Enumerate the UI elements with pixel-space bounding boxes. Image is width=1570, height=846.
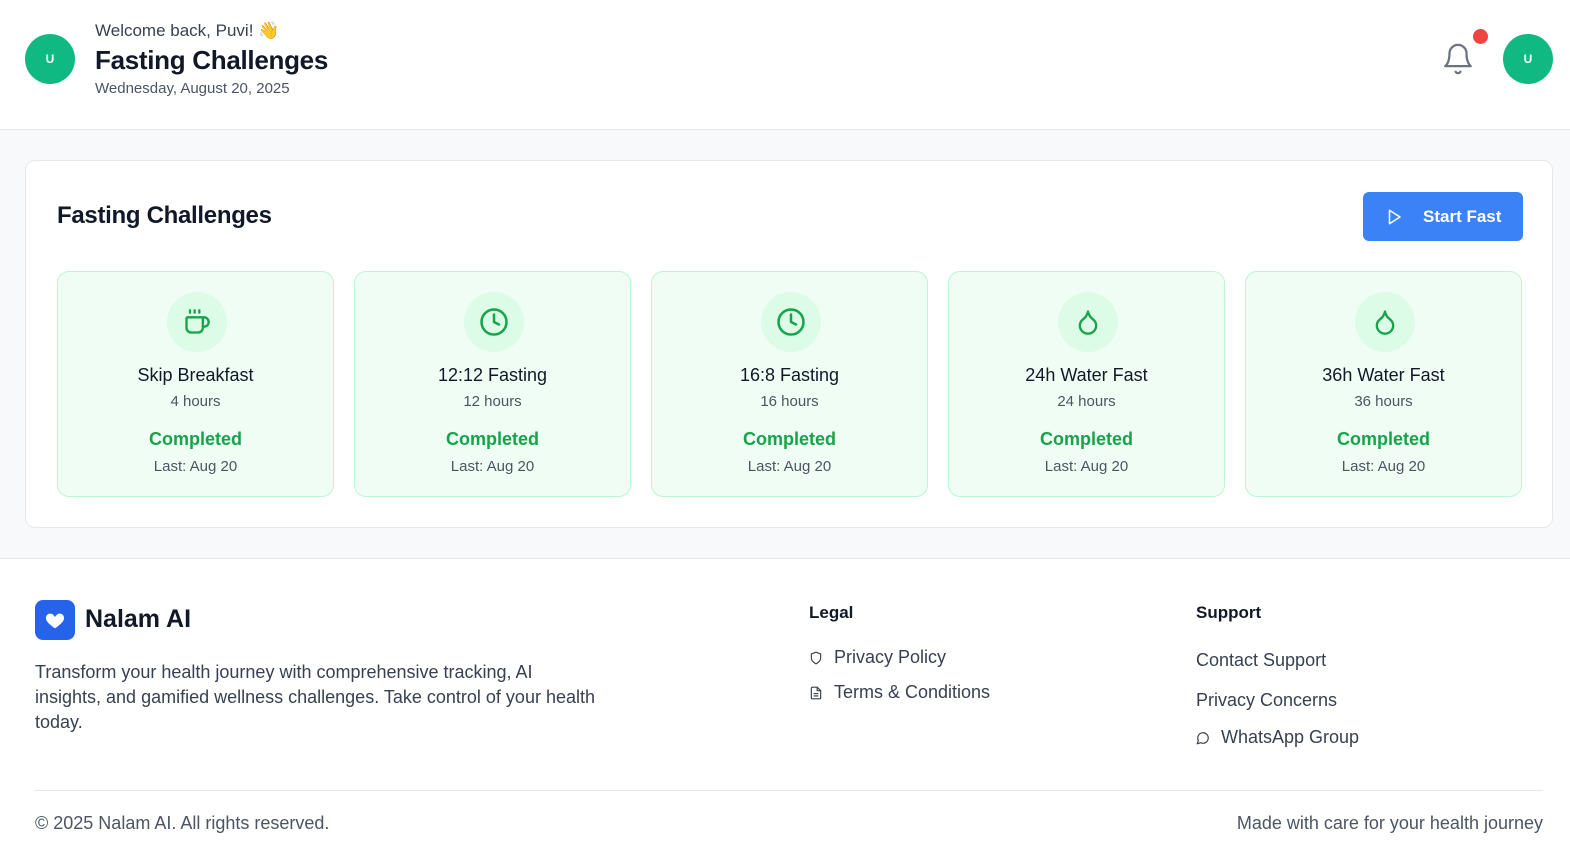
user-avatar: U	[25, 34, 75, 84]
challenge-status: Completed	[445, 429, 539, 449]
challenge-icon-circle	[1058, 292, 1118, 352]
challenge-16-8-fasting[interactable]: 16:8 Fasting 16 hours Completed Last: Au…	[651, 271, 928, 497]
footer-tagline: Made with care for your health journey	[1236, 813, 1543, 833]
privacy-policy-link[interactable]: Privacy Policy	[809, 647, 946, 668]
clock-icon	[480, 308, 508, 336]
challenge-36h-water-fast[interactable]: 36h Water Fast 36 hours Completed Last: …	[1245, 271, 1522, 497]
challenge-duration: 24 hours	[1057, 393, 1116, 410]
challenge-icon-circle	[761, 292, 821, 352]
profile-avatar-button[interactable]: U	[1503, 34, 1553, 84]
top-header: U Welcome back, Puvi! 👋 Fasting Challeng…	[0, 0, 1570, 130]
brand-name: Nalam AI	[85, 605, 192, 633]
contact-support-link[interactable]: Contact Support	[1196, 650, 1326, 671]
start-fast-label: Start Fast	[1423, 206, 1502, 226]
whatsapp-group-link[interactable]: WhatsApp Group	[1196, 727, 1359, 748]
coffee-icon	[185, 309, 210, 334]
challenge-12-12-fasting[interactable]: 12:12 Fasting 12 hours Completed Last: A…	[354, 271, 631, 497]
challenge-duration: 16 hours	[760, 393, 819, 410]
terms-conditions-label: Terms & Conditions	[834, 682, 991, 702]
challenge-icon-circle	[1355, 292, 1415, 352]
challenge-status: Completed	[148, 429, 242, 449]
clock-icon	[777, 308, 805, 336]
challenge-24h-water-fast[interactable]: 24h Water Fast 24 hours Completed Last: …	[948, 271, 1225, 497]
privacy-concerns-link[interactable]: Privacy Concerns	[1196, 690, 1337, 711]
bell-icon[interactable]	[1441, 42, 1475, 76]
challenge-icon-circle	[167, 292, 227, 352]
start-fast-button[interactable]: Start Fast	[1363, 192, 1523, 241]
current-date: Wednesday, August 20, 2025	[95, 80, 290, 97]
site-footer: Nalam AI Transform your health journey w…	[0, 558, 1570, 846]
challenge-skip-breakfast[interactable]: Skip Breakfast 4 hours Completed Last: A…	[57, 271, 334, 497]
brand-logo	[35, 600, 75, 640]
welcome-message: Welcome back, Puvi! 👋	[95, 21, 280, 40]
legal-heading: Legal	[809, 603, 854, 622]
notification-dot	[1473, 29, 1488, 44]
challenge-status: Completed	[1039, 429, 1133, 449]
copyright-text: © 2025 Nalam AI. All rights reserved.	[35, 813, 330, 833]
heart-icon	[45, 613, 65, 629]
droplet-icon	[1375, 310, 1395, 335]
challenge-name: 12:12 Fasting	[437, 365, 548, 385]
challenge-last-date: Last: Aug 20	[450, 458, 535, 475]
challenge-icon-circle	[464, 292, 524, 352]
play-icon	[1388, 209, 1401, 224]
challenge-status: Completed	[1336, 429, 1430, 449]
file-text-icon	[810, 686, 822, 699]
challenge-last-date: Last: Aug 20	[1341, 458, 1426, 475]
challenge-name: Skip Breakfast	[137, 365, 254, 385]
card-title: Fasting Challenges	[57, 202, 272, 229]
challenge-last-date: Last: Aug 20	[1044, 458, 1129, 475]
challenge-duration: 4 hours	[170, 393, 221, 410]
challenge-name: 36h Water Fast	[1322, 365, 1445, 385]
challenge-name: 16:8 Fasting	[739, 365, 840, 385]
brand-description: Transform your health journey with compr…	[35, 662, 595, 732]
page-title: Fasting Challenges	[95, 45, 328, 75]
challenge-duration: 36 hours	[1354, 393, 1413, 410]
message-circle-icon	[1196, 731, 1209, 744]
challenge-last-date: Last: Aug 20	[747, 458, 832, 475]
challenge-duration: 12 hours	[463, 393, 522, 410]
challenges-card: Fasting Challenges Start Fast Skip Break…	[25, 160, 1553, 528]
whatsapp-group-label: WhatsApp Group	[1221, 727, 1360, 747]
footer-divider	[35, 790, 1543, 791]
challenge-last-date: Last: Aug 20	[153, 458, 238, 475]
terms-conditions-link[interactable]: Terms & Conditions	[809, 682, 990, 703]
challenge-status: Completed	[742, 429, 836, 449]
privacy-policy-label: Privacy Policy	[834, 647, 947, 667]
challenge-name: 24h Water Fast	[1025, 365, 1148, 385]
shield-icon	[810, 651, 822, 664]
droplet-icon	[1078, 310, 1098, 335]
support-heading: Support	[1196, 603, 1262, 622]
